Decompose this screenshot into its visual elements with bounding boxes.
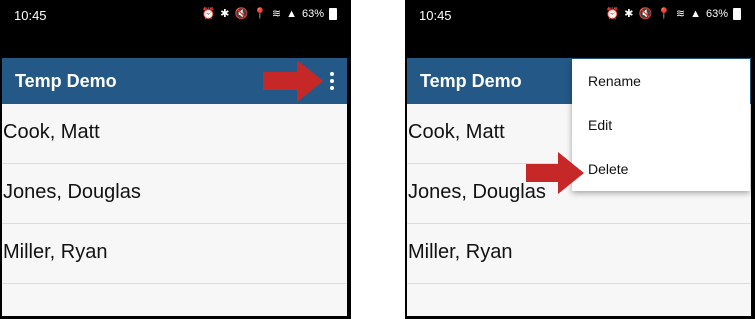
location-icon: 📍 [253,8,267,20]
wifi-icon: ≋ [271,8,282,20]
arrow-shape [526,152,584,194]
bluetooth-icon: ✱ [624,8,634,20]
dot-icon [330,86,334,90]
wifi-icon: ≋ [675,8,686,20]
status-bar: 10:45 ⏰ ✱ 🔇 📍 ≋ ▲ 63% [0,0,351,32]
status-icons: ⏰ ✱ 🔇 📍 ≋ ▲ 63% [202,8,337,20]
annotation-arrow-icon [263,60,323,102]
list-item[interactable]: Miller, Ryan [2,224,347,284]
overflow-menu-button[interactable] [326,68,338,94]
location-icon: 📍 [657,8,671,20]
overflow-menu: Rename Edit Delete [572,59,750,191]
battery-percent: 63% [705,8,728,20]
battery-percent: 63% [301,8,324,20]
app-title: Temp Demo [420,71,522,91]
annotation-arrow-icon [526,152,584,194]
name-list: Cook, Matt Jones, Douglas Miller, Ryan [2,104,347,284]
battery-icon [733,8,741,20]
app-title: Temp Demo [15,71,117,91]
signal-icon: ▲ [690,8,701,20]
alarm-icon: ⏰ [605,8,620,20]
status-time: 10:45 [419,8,452,23]
list-item[interactable]: Jones, Douglas [2,164,347,224]
mute-icon: 🔇 [638,8,653,20]
list-item[interactable]: Miller, Ryan [407,224,751,284]
status-bar: 10:45 ⏰ ✱ 🔇 📍 ≋ ▲ 63% [405,0,755,32]
bluetooth-icon: ✱ [220,8,230,20]
list-item[interactable]: Cook, Matt [2,104,347,164]
dot-icon [330,72,334,76]
status-icons: ⏰ ✱ 🔇 📍 ≋ ▲ 63% [606,8,741,20]
menu-item-edit[interactable]: Edit [572,103,750,147]
battery-icon [329,8,337,20]
dot-icon [330,79,334,83]
arrow-shape [263,60,323,102]
menu-item-rename[interactable]: Rename [572,59,750,103]
alarm-icon: ⏰ [201,8,216,20]
status-time: 10:45 [14,8,47,23]
mute-icon: 🔇 [234,8,249,20]
menu-item-delete[interactable]: Delete [572,147,750,191]
left-phone-screenshot: 10:45 ⏰ ✱ 🔇 📍 ≋ ▲ 63% Temp Demo Cook, Ma… [0,0,351,319]
signal-icon: ▲ [286,8,297,20]
